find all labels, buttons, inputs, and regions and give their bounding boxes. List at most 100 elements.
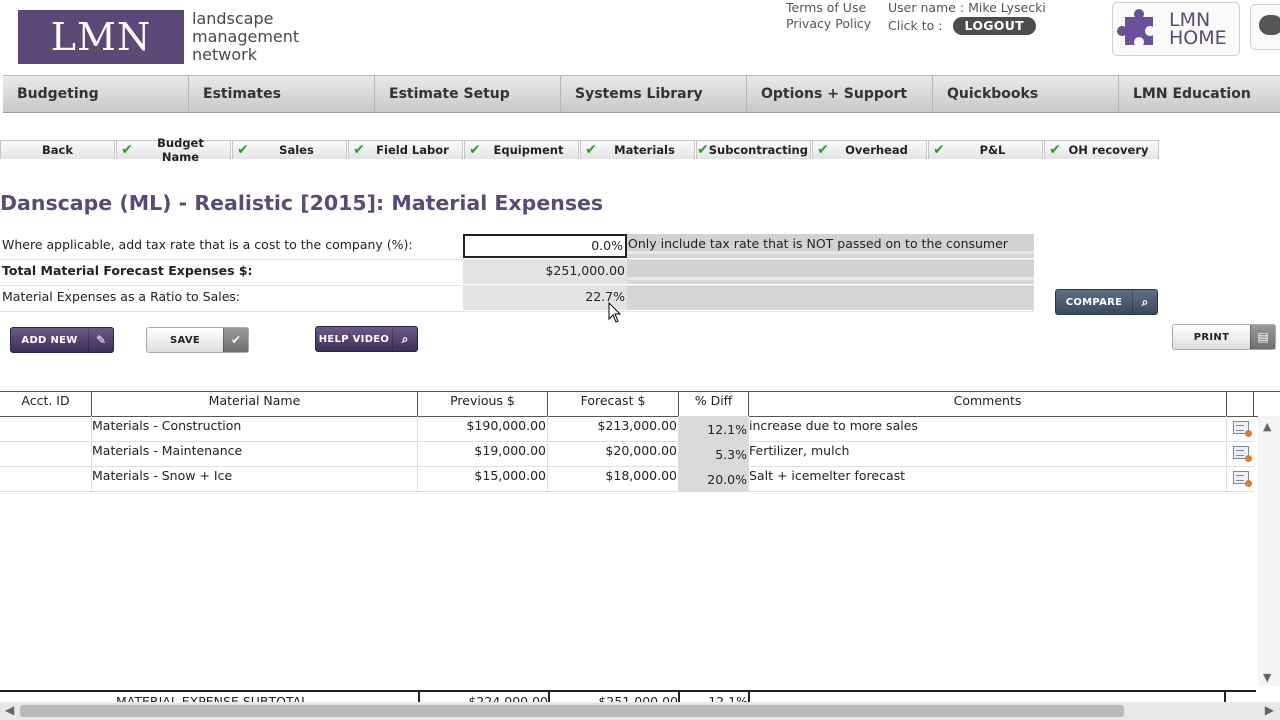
tab-field-labor[interactable]: ✔ Field Labor <box>348 140 463 159</box>
tab-subcontracting[interactable]: ✔ Subcontracting <box>696 140 811 159</box>
nav-quickbooks[interactable]: Quickbooks <box>933 76 1119 112</box>
scrollbar-thumb[interactable] <box>20 705 1124 717</box>
search-icon: ⌕ <box>1132 290 1157 314</box>
col-material-name[interactable]: Material Name <box>92 392 418 416</box>
footer-links: Terms of Use Privacy Policy <box>786 0 871 32</box>
horizontal-scrollbar[interactable]: ◀ ▶ <box>0 702 1280 720</box>
ratio-note-area <box>627 286 1034 310</box>
summary-panel: Where applicable, add tax rate that is a… <box>0 234 1034 312</box>
home-label: LMN HOME <box>1169 9 1227 49</box>
table-row[interactable]: Materials - Construction $190,000.00 $21… <box>0 416 1254 442</box>
material-name-cell[interactable]: Materials - Construction <box>92 416 418 441</box>
printer-icon: ▤ <box>1250 325 1275 349</box>
tax-rate-input[interactable]: 0.0% <box>463 234 627 258</box>
table-header: Acct. ID Material Name Previous $ Foreca… <box>0 391 1280 417</box>
previous-cell[interactable]: $190,000.00 <box>418 416 548 441</box>
table-row[interactable]: Materials - Maintenance $19,000.00 $20,0… <box>0 441 1254 467</box>
main-nav: Budgeting Estimates Estimate Setup Syste… <box>3 75 1280 113</box>
privacy-policy-link[interactable]: Privacy Policy <box>786 16 871 32</box>
table-row[interactable]: Materials - Snow + Ice $15,000.00 $18,00… <box>0 466 1254 492</box>
notes-icon[interactable] <box>1233 446 1252 462</box>
check-icon: ✔ <box>1049 142 1061 158</box>
compare-button[interactable]: COMPARE ⌕ <box>1055 289 1158 315</box>
acct-id-cell[interactable] <box>0 441 92 466</box>
tax-note: Only include tax rate that is NOT passed… <box>627 234 1034 258</box>
terms-of-use-link[interactable]: Terms of Use <box>786 0 871 16</box>
nav-options-support[interactable]: Options + Support <box>747 76 933 112</box>
mouse-cursor-icon <box>608 302 622 323</box>
lmn-logo[interactable]: LMN landscape management network <box>18 10 299 64</box>
material-name-cell[interactable]: Materials - Maintenance <box>92 441 418 466</box>
nav-lmn-education[interactable]: LMN Education <box>1119 76 1280 112</box>
total-note-area <box>627 260 1034 284</box>
total-forecast-label: Total Material Forecast Expenses $: <box>2 263 253 278</box>
notes-icon[interactable] <box>1233 471 1252 487</box>
search-icon: ⌕ <box>392 327 417 351</box>
acct-id-cell[interactable] <box>0 416 92 441</box>
lmn-home-button[interactable]: LMN HOME <box>1112 2 1240 56</box>
notes-icon[interactable] <box>1233 421 1252 437</box>
previous-cell[interactable]: $15,000.00 <box>418 466 548 491</box>
diff-cell: 5.3% <box>679 441 749 466</box>
col-previous[interactable]: Previous $ <box>418 392 548 416</box>
material-name-cell[interactable]: Materials - Snow + Ice <box>92 466 418 491</box>
col-comments[interactable]: Comments <box>749 392 1227 416</box>
check-icon: ✔ <box>585 142 597 158</box>
comment-cell[interactable]: Fertilizer, mulch <box>749 441 1227 466</box>
acct-id-cell[interactable] <box>0 466 92 491</box>
col-forecast[interactable]: Forecast $ <box>548 392 679 416</box>
budget-step-tabs: Back ✔ Budget Name ✔ Sales ✔ Field Labor ✔ E… <box>0 136 1160 164</box>
scroll-up-icon[interactable]: ▲ <box>1263 420 1271 433</box>
scroll-down-icon[interactable]: ▼ <box>1263 671 1271 684</box>
user-area: User name : Mike Lysecki Click to : LOGO… <box>888 0 1046 35</box>
nav-estimates[interactable]: Estimates <box>189 76 375 112</box>
diff-cell: 20.0% <box>679 466 749 491</box>
tab-materials[interactable]: ✔ Materials <box>580 140 695 159</box>
ratio-label: Material Expenses as a Ratio to Sales: <box>2 289 241 304</box>
check-icon: ✔ <box>697 142 709 158</box>
tab-back[interactable]: Back <box>0 140 115 159</box>
tab-sales[interactable]: ✔ Sales <box>232 140 347 159</box>
logo-mark: LMN <box>18 10 184 64</box>
check-icon: ✔ <box>121 142 133 158</box>
diff-cell: 12.1% <box>679 416 749 441</box>
forecast-cell[interactable]: $20,000.00 <box>548 441 679 466</box>
comment-cell[interactable]: increase due to more sales <box>749 416 1227 441</box>
tab-oh-recovery[interactable]: ✔ OH recovery <box>1044 140 1159 159</box>
tab-budget-name[interactable]: ✔ Budget Name <box>116 136 231 164</box>
col-diff[interactable]: % Diff <box>679 392 749 416</box>
forecast-cell[interactable]: $18,000.00 <box>548 466 679 491</box>
tab-equipment[interactable]: ✔ Equipment <box>464 140 579 159</box>
help-video-button[interactable]: HELP VIDEO ⌕ <box>315 326 418 352</box>
nav-estimate-setup[interactable]: Estimate Setup <box>375 76 561 112</box>
puzzle-icon <box>1117 9 1153 45</box>
tax-rate-row: Where applicable, add tax rate that is a… <box>0 234 1034 260</box>
print-button[interactable]: PRINT ▤ <box>1172 324 1276 350</box>
check-icon: ✔ <box>817 142 829 158</box>
scroll-left-icon[interactable]: ◀ <box>5 703 14 717</box>
table-vertical-scrollbar[interactable]: ▲ ▼ <box>1258 416 1280 686</box>
click-to-label: Click to : <box>888 18 943 33</box>
forecast-cell[interactable]: $213,000.00 <box>548 416 679 441</box>
chat-button[interactable] <box>1250 4 1280 50</box>
scroll-right-icon[interactable]: ▶ <box>1265 703 1274 717</box>
user-name-label: User name : Mike Lysecki <box>888 0 1046 15</box>
ratio-row: Material Expenses as a Ratio to Sales: 2… <box>0 286 1034 312</box>
check-icon: ✔ <box>469 142 481 158</box>
total-forecast-value: $251,000.00 <box>463 260 627 284</box>
nav-systems-library[interactable]: Systems Library <box>561 76 747 112</box>
col-acct-id[interactable]: Acct. ID <box>0 392 92 416</box>
check-icon: ✔ <box>237 142 249 158</box>
save-button[interactable]: SAVE ✔ <box>146 327 249 353</box>
chat-icon <box>1259 15 1280 35</box>
tab-overhead[interactable]: ✔ Overhead <box>812 140 927 159</box>
add-new-button[interactable]: ADD NEW ✎ <box>10 327 114 353</box>
tab-pl[interactable]: ✔ P&L <box>928 140 1043 159</box>
check-icon: ✔ <box>223 328 248 352</box>
comment-cell[interactable]: Salt + icemelter forecast <box>749 466 1227 491</box>
check-icon: ✔ <box>353 142 365 158</box>
pencil-icon: ✎ <box>88 328 113 352</box>
logout-button[interactable]: LOGOUT <box>952 17 1037 35</box>
previous-cell[interactable]: $19,000.00 <box>418 441 548 466</box>
nav-budgeting[interactable]: Budgeting <box>3 76 189 112</box>
